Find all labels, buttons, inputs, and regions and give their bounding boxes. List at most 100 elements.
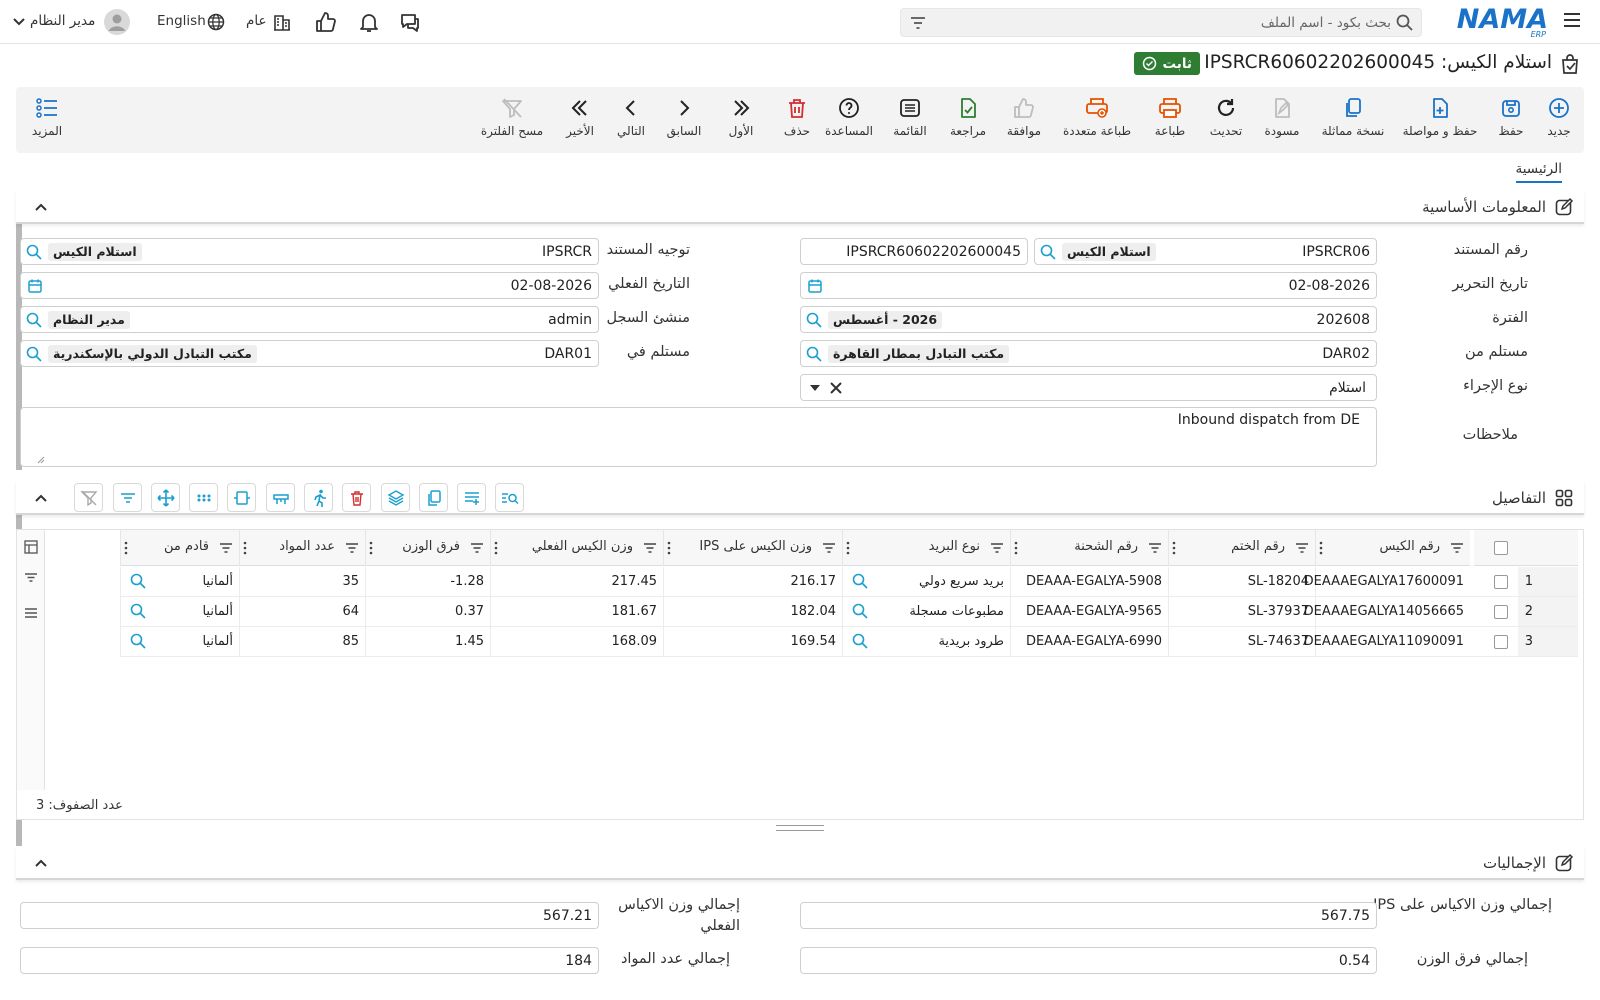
- lookup-icon[interactable]: [25, 345, 43, 363]
- cell-diff[interactable]: -1.28: [365, 567, 490, 597]
- cell-items[interactable]: 85: [239, 627, 365, 657]
- notes-textarea[interactable]: Inbound dispatch from DE: [20, 407, 1377, 467]
- column-header-diff[interactable]: فرق الوزن: [365, 530, 490, 566]
- next-button[interactable]: التالي: [613, 94, 649, 138]
- row-checkbox[interactable]: [1494, 605, 1508, 619]
- lookup-icon[interactable]: [25, 243, 43, 261]
- grid-delete-row-button[interactable]: [342, 483, 371, 512]
- column-header-seal[interactable]: رقم الختم: [1168, 530, 1315, 566]
- column-menu-icon[interactable]: [123, 541, 129, 555]
- cell-bag[interactable]: DEAAAEGALYA11090091: [1304, 627, 1470, 657]
- select-all-checkbox[interactable]: [1494, 541, 1508, 555]
- help-button[interactable]: المساعدة: [824, 94, 874, 138]
- company-icon[interactable]: [272, 12, 292, 32]
- globe-icon[interactable]: [206, 12, 226, 32]
- cell-bag[interactable]: DEAAAEGALYA14056665: [1304, 597, 1470, 627]
- actual-date-field[interactable]: 02-08-2026: [20, 272, 599, 299]
- grid-move-button[interactable]: [151, 483, 180, 512]
- menu-icon[interactable]: [1562, 10, 1582, 30]
- cell-items[interactable]: 64: [239, 597, 365, 627]
- previous-button[interactable]: السابق: [664, 94, 704, 138]
- approve-button[interactable]: موافقة: [1004, 94, 1044, 138]
- column-header-origin[interactable]: قادم من: [120, 530, 239, 566]
- filter-icon[interactable]: [24, 570, 38, 584]
- lookup-icon[interactable]: [129, 632, 147, 650]
- received-from-field[interactable]: DAR02 مكتب التبادل بمطار القاهرة: [800, 340, 1377, 367]
- cell-origin[interactable]: ألمانيا: [120, 567, 239, 597]
- cell-origin[interactable]: ألمانيا: [120, 627, 239, 657]
- basic-info-header[interactable]: المعلومات الأساسية: [16, 190, 1584, 224]
- column-menu-icon[interactable]: [666, 541, 672, 555]
- grid-fit-columns-button[interactable]: [227, 483, 256, 512]
- search-filter-icon[interactable]: [909, 15, 927, 31]
- grid-layers-button[interactable]: [381, 483, 410, 512]
- total-items-field[interactable]: 184: [20, 947, 599, 974]
- list-button[interactable]: القائمة: [890, 94, 930, 138]
- column-filter-icon[interactable]: [822, 542, 836, 554]
- delete-button[interactable]: حذف: [782, 94, 812, 138]
- bell-icon[interactable]: [357, 10, 381, 34]
- column-header-items[interactable]: عدد المواد: [239, 530, 365, 566]
- search-icon[interactable]: [1395, 13, 1415, 33]
- calendar-icon[interactable]: [27, 278, 43, 294]
- grid-add-row-button[interactable]: [457, 483, 486, 512]
- column-menu-icon[interactable]: [845, 541, 851, 555]
- cell-items[interactable]: 35: [239, 567, 365, 597]
- column-header-bag[interactable]: رقم الكيس: [1315, 530, 1470, 566]
- column-menu-icon[interactable]: [368, 541, 374, 555]
- resize-splitter[interactable]: [776, 825, 824, 831]
- total-actual-weight-field[interactable]: 567.21: [20, 902, 599, 929]
- grid-copy-row-button[interactable]: [419, 483, 448, 512]
- lookup-icon[interactable]: [805, 345, 823, 363]
- row-checkbox[interactable]: [1494, 635, 1508, 649]
- grid-run-button[interactable]: [304, 483, 333, 512]
- cell-bag[interactable]: DEAAAEGALYA17600091: [1304, 567, 1470, 597]
- chat-icon[interactable]: [398, 10, 422, 34]
- doc-number-full-field[interactable]: IPSRCR60602202600045: [800, 238, 1028, 265]
- nama-logo[interactable]: NAMA ERP: [1457, 4, 1548, 39]
- company-label[interactable]: عام: [246, 13, 267, 29]
- lookup-icon[interactable]: [129, 602, 147, 620]
- column-filter-icon[interactable]: [1148, 542, 1162, 554]
- cell-mail-type[interactable]: مطبوعات مسجلة: [842, 597, 1010, 627]
- grid-group-button[interactable]: [266, 483, 295, 512]
- cell-shipment[interactable]: DEAAA-EGALYA-5908: [1010, 567, 1168, 597]
- doc-direction-field[interactable]: IPSRCR استلام الكيس: [20, 238, 599, 265]
- column-menu-icon[interactable]: [1171, 541, 1177, 555]
- grid-search-button[interactable]: [495, 483, 524, 512]
- clear-icon[interactable]: [829, 381, 843, 395]
- last-button[interactable]: الأخير: [562, 94, 598, 138]
- lookup-icon[interactable]: [851, 632, 869, 650]
- column-filter-icon[interactable]: [1295, 542, 1309, 554]
- cell-seal[interactable]: SL-18204: [1168, 567, 1315, 597]
- lookup-icon[interactable]: [129, 572, 147, 590]
- draft-button[interactable]: مسودة: [1262, 94, 1302, 138]
- column-filter-icon[interactable]: [345, 542, 359, 554]
- doc-number-field[interactable]: IPSRCR06 استلام الكيس: [1034, 238, 1377, 265]
- review-button[interactable]: مراجعة: [948, 94, 988, 138]
- multi-print-button[interactable]: طباعة متعددة: [1060, 94, 1134, 138]
- new-button[interactable]: جديد: [1544, 94, 1574, 138]
- cell-mail-type[interactable]: بريد سريع دولي: [842, 567, 1010, 597]
- chevron-up-icon[interactable]: [34, 856, 48, 870]
- caret-down-icon[interactable]: [809, 384, 821, 392]
- cell-mail-type[interactable]: طرود بريدية: [842, 627, 1010, 657]
- column-menu-icon[interactable]: [1318, 541, 1324, 555]
- totals-header[interactable]: الإجماليات: [16, 846, 1584, 880]
- edit-date-field[interactable]: 02-08-2026: [800, 272, 1377, 299]
- first-button[interactable]: الأول: [726, 94, 756, 138]
- column-menu-icon[interactable]: [1013, 541, 1019, 555]
- cell-ips-weight[interactable]: 216.17: [663, 567, 842, 597]
- column-filter-icon[interactable]: [990, 542, 1004, 554]
- cell-shipment[interactable]: DEAAA-EGALYA-9565: [1010, 597, 1168, 627]
- more-button[interactable]: المزيد: [30, 94, 64, 138]
- creator-field[interactable]: admin مدير النظام: [20, 306, 599, 333]
- thumbs-up-icon[interactable]: [314, 10, 338, 34]
- cell-shipment[interactable]: DEAAA-EGALYA-6990: [1010, 627, 1168, 657]
- column-header-ips-weight[interactable]: وزن الكيس على IPS: [663, 530, 842, 566]
- tab-main[interactable]: الرئيسية: [1515, 161, 1562, 183]
- cell-seal[interactable]: SL-37937: [1168, 597, 1315, 627]
- column-header-mail-type[interactable]: نوع البريد: [842, 530, 1010, 566]
- column-header-shipment[interactable]: رقم الشحنة: [1010, 530, 1168, 566]
- total-diff-field[interactable]: 0.54: [800, 947, 1377, 974]
